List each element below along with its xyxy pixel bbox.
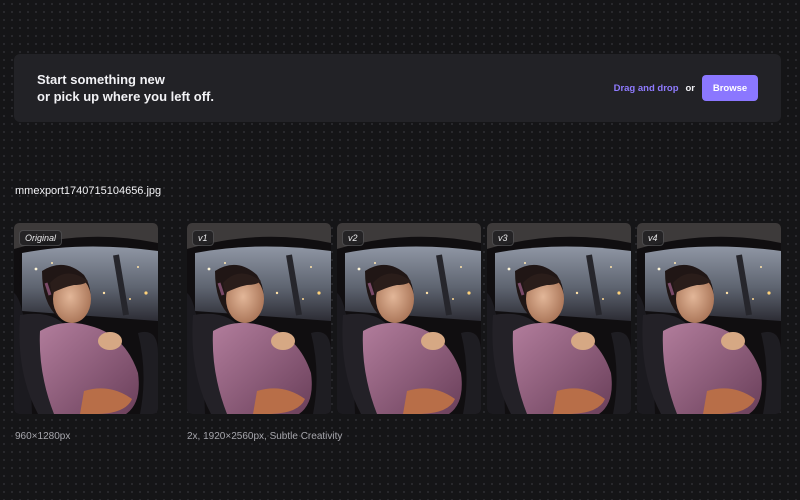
thumbnail-label: v3	[492, 230, 514, 246]
or-text: or	[685, 82, 696, 94]
version-details: 2x, 1920×2560px, Subtle Creativity	[187, 431, 343, 442]
photo-image	[487, 223, 631, 414]
banner-line-2: or pick up where you left off.	[37, 89, 214, 104]
thumbnail-label: v4	[642, 230, 664, 246]
thumbnail-v4[interactable]: v4	[637, 223, 781, 414]
thumbnail-label: v2	[342, 230, 364, 246]
thumbnail-v3[interactable]: v3	[487, 223, 631, 414]
file-name: mmexport1740715104656.jpg	[15, 185, 162, 197]
thumbnail-original[interactable]: Original	[14, 223, 158, 414]
original-dimensions: 960×1280px	[15, 431, 71, 442]
upload-banner: Start something new or pick up where you…	[14, 54, 781, 122]
thumbnail-v1[interactable]: v1	[187, 223, 331, 414]
photo-image	[637, 223, 781, 414]
thumbnail-label: Original	[19, 230, 63, 246]
thumbnail-v2[interactable]: v2	[337, 223, 481, 414]
banner-line-1: Start something new	[37, 72, 165, 87]
upload-actions: Drag and drop or Browse	[614, 75, 758, 101]
browse-button[interactable]: Browse	[702, 75, 758, 101]
photo-image	[337, 223, 481, 414]
photo-image	[14, 223, 158, 414]
drag-and-drop-link[interactable]: Drag and drop	[614, 83, 679, 94]
thumbnail-label: v1	[192, 230, 214, 246]
banner-message: Start something new or pick up where you…	[37, 71, 214, 105]
photo-image	[187, 223, 331, 414]
